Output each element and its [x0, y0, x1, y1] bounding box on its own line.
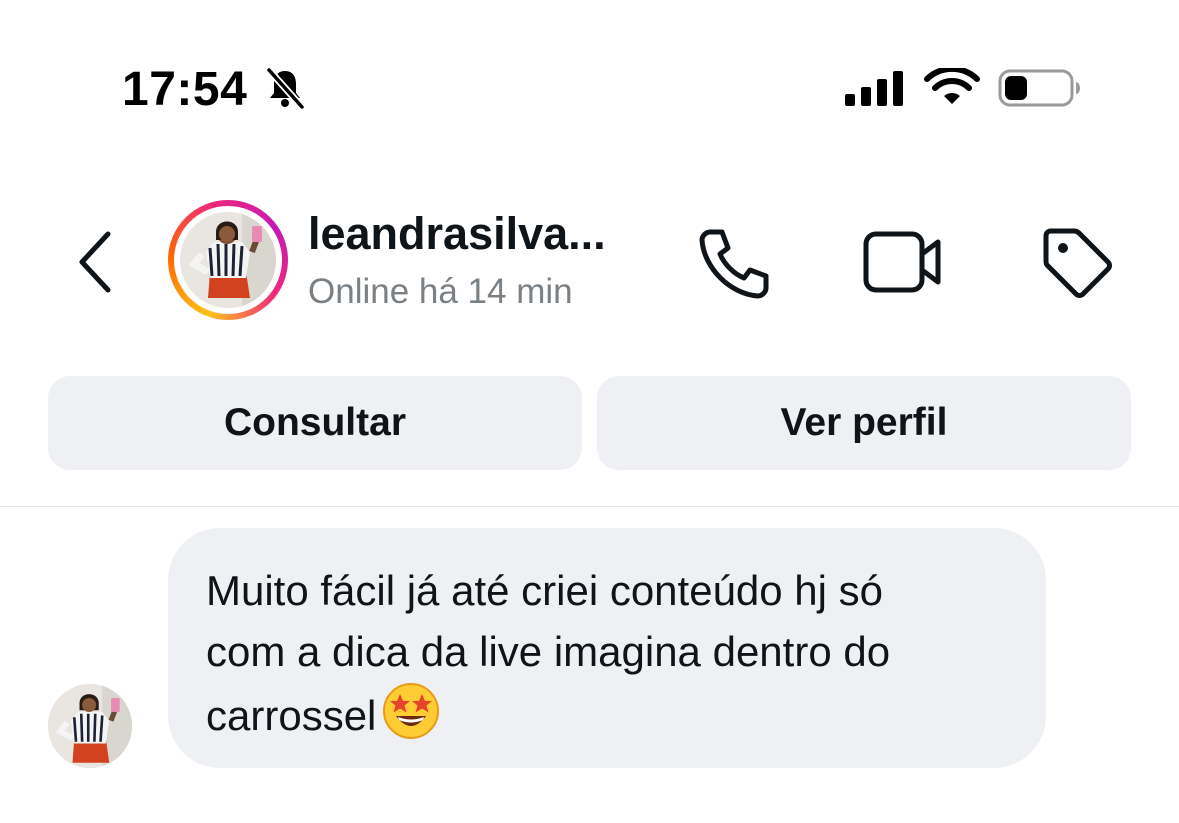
wifi-icon	[924, 68, 980, 104]
presence-status: Online há 14 min	[308, 272, 573, 311]
bell-slash-icon	[266, 67, 305, 110]
view-profile-button-label: Ver perfil	[780, 401, 948, 444]
consult-button[interactable]: Consultar	[48, 376, 582, 470]
sender-avatar[interactable]	[48, 684, 132, 768]
message-bubble[interactable]: Muito fácil já até criei conteúdo hj só …	[168, 528, 1046, 768]
avatar-image	[180, 212, 276, 308]
status-time: 17:54	[122, 63, 248, 116]
divider	[0, 506, 1179, 507]
star-struck-emoji	[383, 683, 440, 739]
battery-icon	[998, 69, 1080, 107]
profile-avatar[interactable]	[168, 200, 288, 320]
video-camera-icon[interactable]	[862, 228, 944, 296]
message-text: Muito fácil já até criei conteúdo hj só …	[206, 560, 1016, 746]
tag-icon[interactable]	[1036, 222, 1116, 302]
back-chevron-icon[interactable]	[70, 228, 122, 296]
username[interactable]: leandrasilva...	[308, 208, 606, 260]
message-text-body: Muito fácil já até criei conteúdo hj só …	[206, 567, 891, 739]
phone-icon[interactable]	[696, 224, 774, 302]
consult-button-label: Consultar	[223, 401, 406, 444]
cellular-signal-icon	[845, 71, 903, 106]
direct-message-screen: 17:54 leandrasilva... Online há 14 min C…	[0, 0, 1179, 823]
view-profile-button[interactable]: Ver perfil	[597, 376, 1131, 470]
